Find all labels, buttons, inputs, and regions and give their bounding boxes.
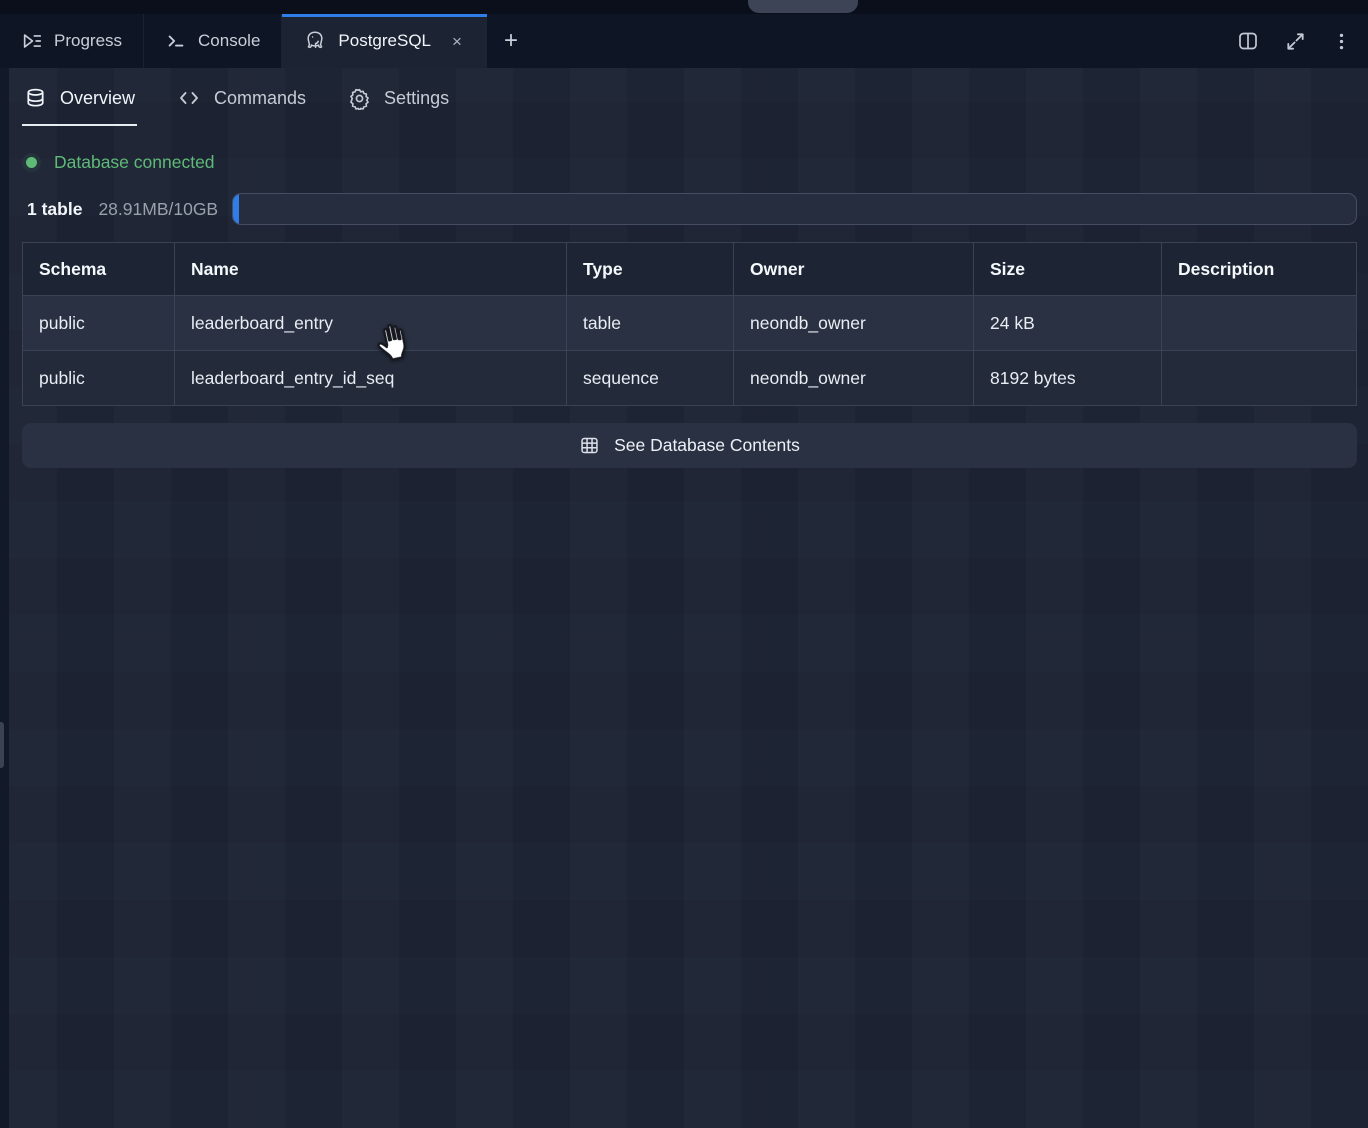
table-row-cell[interactable]: public — [23, 351, 175, 406]
status-text: Database connected — [54, 152, 215, 173]
see-database-contents-button[interactable]: See Database Contents — [22, 423, 1357, 468]
column-header-size: Size — [974, 243, 1162, 296]
table-row-cell[interactable]: neondb_owner — [734, 296, 974, 351]
close-tab-icon[interactable]: × — [448, 31, 466, 52]
window-top-strip — [0, 0, 1368, 14]
tabbar-spacer — [535, 14, 1236, 68]
table-row-cell[interactable]: leaderboard_entry — [175, 296, 567, 351]
pane-left-edge — [0, 68, 9, 1128]
code-icon — [177, 86, 201, 110]
subtab-commands[interactable]: Commands — [175, 68, 308, 126]
table-row-cell[interactable] — [1162, 296, 1357, 351]
expand-icon[interactable] — [1284, 30, 1307, 53]
tab-bar: Progress Console PostgreSQL × + — [0, 14, 1368, 68]
pane-resize-handle[interactable] — [0, 722, 4, 768]
tables-table: Schema Name Type Owner Size Description … — [22, 242, 1357, 406]
tabbar-actions — [1236, 14, 1368, 68]
storage-summary: 1 table 28.91MB/10GB — [27, 192, 1357, 226]
progress-icon — [21, 30, 43, 52]
subtab-bar: Overview Commands Settin — [0, 68, 1368, 126]
gear-icon — [348, 87, 371, 110]
tab-progress[interactable]: Progress — [0, 14, 144, 68]
window-drag-pill — [748, 0, 858, 13]
status-dot-icon — [26, 157, 37, 168]
see-database-contents-label: See Database Contents — [614, 435, 800, 456]
column-header-schema: Schema — [23, 243, 175, 296]
table-row-cell[interactable]: sequence — [567, 351, 734, 406]
table-row-cell[interactable]: 24 kB — [974, 296, 1162, 351]
subtab-overview[interactable]: Overview — [22, 68, 137, 126]
table-row-cell[interactable]: public — [23, 296, 175, 351]
subtab-label: Commands — [214, 88, 306, 109]
tab-label: PostgreSQL — [338, 31, 431, 51]
storage-progress-bar — [232, 193, 1357, 225]
column-header-type: Type — [567, 243, 734, 296]
connection-status: Database connected — [26, 150, 1368, 174]
column-header-name: Name — [175, 243, 567, 296]
terminal-icon — [165, 30, 187, 52]
table-row-cell[interactable]: leaderboard_entry_id_seq — [175, 351, 567, 406]
postgresql-icon — [303, 29, 327, 53]
subtab-settings[interactable]: Settings — [346, 68, 451, 126]
subtab-label: Overview — [60, 88, 135, 109]
tab-label: Console — [198, 31, 260, 51]
table-row-cell[interactable]: neondb_owner — [734, 351, 974, 406]
database-icon — [24, 87, 47, 110]
tab-postgresql[interactable]: PostgreSQL × — [282, 14, 487, 68]
tab-label: Progress — [54, 31, 122, 51]
storage-usage-label: 28.91MB/10GB — [98, 199, 218, 220]
table-row-cell[interactable]: 8192 bytes — [974, 351, 1162, 406]
postgresql-panel-content: Overview Commands Settin — [0, 68, 1368, 1128]
storage-progress-fill — [233, 194, 239, 224]
subtab-label: Settings — [384, 88, 449, 109]
split-pane-icon[interactable] — [1236, 29, 1260, 53]
overflow-menu-icon[interactable] — [1331, 31, 1352, 52]
new-tab-button[interactable]: + — [487, 14, 535, 68]
table-grid-icon — [579, 435, 600, 456]
tab-console[interactable]: Console — [144, 14, 282, 68]
table-row-cell[interactable] — [1162, 351, 1357, 406]
table-row-cell[interactable]: table — [567, 296, 734, 351]
tables-count: 1 table — [27, 199, 82, 220]
column-header-description: Description — [1162, 243, 1357, 296]
column-header-owner: Owner — [734, 243, 974, 296]
postgresql-pane: Progress Console PostgreSQL × + — [0, 0, 1368, 1128]
